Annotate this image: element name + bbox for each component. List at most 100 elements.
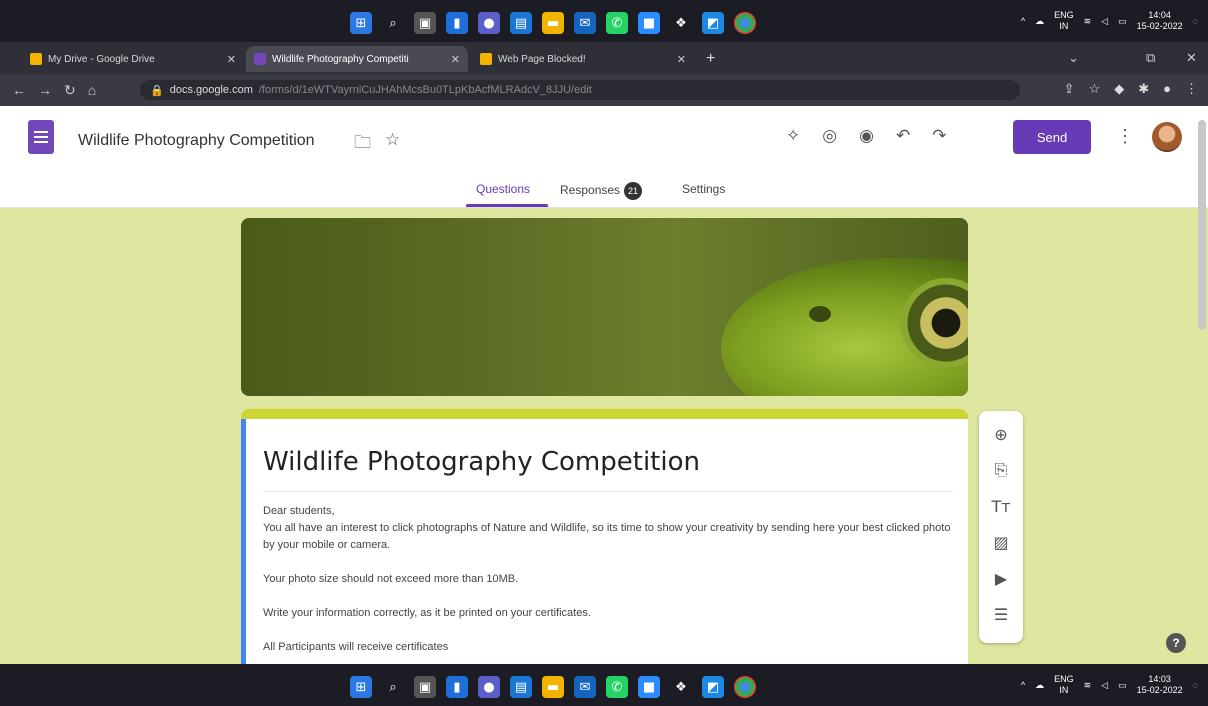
dropbox-icon[interactable]: ❖ — [670, 676, 692, 698]
wifi-icon[interactable]: ≋ — [1084, 16, 1092, 27]
tray-chevron-icon[interactable]: ^ — [1021, 16, 1025, 26]
help-icon[interactable]: ? — [1166, 633, 1186, 653]
document-title[interactable]: Wildlife Photography Competition — [78, 132, 315, 150]
chrome-icon[interactable] — [734, 676, 756, 698]
search-icon[interactable]: ⌕ — [382, 12, 404, 34]
palette-icon[interactable]: ◎ — [822, 126, 837, 146]
add-section-icon[interactable]: ☰ — [989, 603, 1013, 625]
tab-responses[interactable]: Responses 21 — [560, 182, 643, 200]
active-tab-indicator — [466, 204, 548, 207]
browser-tab-blocked[interactable]: Web Page Blocked! ✕ — [472, 46, 694, 72]
zoom-icon[interactable]: ■ — [638, 12, 660, 34]
language-indicator[interactable]: ENG IN — [1054, 10, 1074, 32]
taskbar-apps: ⊞ ⌕ ▣ ▮ ● ▤ ▬ ✉ ✆ ■ ❖ ◩ — [350, 12, 756, 34]
forms-logo-icon[interactable] — [28, 120, 54, 154]
more-options-icon[interactable]: ⋮ — [1116, 126, 1134, 147]
mail-icon[interactable]: ✉ — [574, 12, 596, 34]
page-scrollbar[interactable] — [1198, 120, 1206, 330]
folder-icon[interactable]: 🗀 — [354, 130, 371, 159]
addons-icon[interactable]: ✧ — [786, 126, 800, 146]
task-view-icon[interactable]: ▣ — [414, 12, 436, 34]
form-description[interactable]: Dear students, You all have an interest … — [263, 503, 953, 671]
windows-start-icon[interactable]: ⊞ — [350, 12, 372, 34]
chat-icon[interactable]: ● — [478, 12, 500, 34]
volume-icon[interactable]: ◁ — [1101, 680, 1108, 691]
search-icon[interactable]: ⌕ — [382, 676, 404, 698]
add-question-icon[interactable]: ⊕ — [989, 423, 1013, 445]
description-line: Your photo size should not exceed more t… — [263, 573, 519, 585]
tab-label: My Drive - Google Drive — [48, 53, 155, 65]
battery-icon[interactable]: ▭ — [1118, 680, 1127, 691]
bookmark-star-icon[interactable]: ☆ — [1089, 81, 1101, 97]
import-questions-icon[interactable]: ⎘ — [989, 459, 1013, 481]
preview-eye-icon[interactable]: ◉ — [859, 126, 874, 146]
chat-icon[interactable]: ● — [478, 676, 500, 698]
store-icon[interactable]: ▤ — [510, 12, 532, 34]
back-icon[interactable]: ← — [12, 82, 26, 98]
volume-icon[interactable]: ◁ — [1101, 16, 1108, 27]
page-icon — [480, 53, 492, 65]
photos-icon[interactable]: ◩ — [702, 676, 724, 698]
home-icon[interactable]: ⌂ — [88, 82, 96, 98]
tab-label: Web Page Blocked! — [498, 53, 586, 65]
system-tray: ^ ☁ ENG IN ≋ ◁ ▭ 14:03 15-02-2022 ◌ — [1021, 674, 1198, 696]
photos-icon[interactable]: ◩ — [702, 12, 724, 34]
url-path: /forms/d/1eWTVayrnlCuJHAhMcsBu0TLpKbAcfM… — [258, 84, 592, 96]
add-title-icon[interactable]: Tт — [989, 495, 1013, 517]
language-indicator[interactable]: ENG IN — [1054, 674, 1074, 696]
minimize-icon[interactable]: ⌄ — [1068, 50, 1079, 66]
task-view-icon[interactable]: ▣ — [414, 676, 436, 698]
add-video-icon[interactable]: ▶ — [989, 567, 1013, 589]
file-explorer-icon[interactable]: ▬ — [542, 676, 564, 698]
windows-start-icon[interactable]: ⊞ — [350, 676, 372, 698]
profile-icon[interactable]: ● — [1163, 81, 1171, 97]
browser-menu-icon[interactable]: ⋮ — [1185, 81, 1198, 97]
share-icon[interactable]: ⇪ — [1064, 81, 1075, 97]
widgets-icon[interactable]: ▮ — [446, 676, 468, 698]
mail-icon[interactable]: ✉ — [574, 676, 596, 698]
wifi-icon[interactable]: ≋ — [1084, 680, 1092, 691]
browser-tab-drive[interactable]: My Drive - Google Drive ✕ — [22, 46, 244, 72]
battery-icon[interactable]: ▭ — [1118, 16, 1127, 27]
chrome-icon[interactable] — [734, 12, 756, 34]
file-explorer-icon[interactable]: ▬ — [542, 12, 564, 34]
tray-chevron-icon[interactable]: ^ — [1021, 680, 1025, 690]
browser-tab-form[interactable]: Wildlife Photography Competiti ✕ — [246, 46, 468, 72]
restore-icon[interactable]: ⧉ — [1146, 50, 1155, 66]
redo-icon[interactable]: ↷ — [932, 126, 946, 146]
tab-questions[interactable]: Questions — [476, 182, 530, 196]
notification-icon[interactable]: ◌ — [1193, 680, 1198, 690]
widgets-icon[interactable]: ▮ — [446, 12, 468, 34]
puzzle-icon[interactable]: ✱ — [1138, 81, 1149, 97]
tab-label: Wildlife Photography Competiti — [272, 53, 409, 65]
address-bar[interactable]: 🔒 docs.google.com/forms/d/1eWTVayrnlCuJH… — [140, 80, 1020, 100]
forms-header: Wildlife Photography Competition 🗀 ☆ ✧ ◎… — [0, 106, 1208, 208]
reload-icon[interactable]: ↻ — [64, 82, 76, 99]
whatsapp-icon[interactable]: ✆ — [606, 12, 628, 34]
weather-icon[interactable]: ☁ — [1035, 16, 1044, 27]
forward-icon[interactable]: → — [38, 82, 52, 98]
close-tab-icon[interactable]: ✕ — [227, 53, 236, 66]
close-window-icon[interactable]: ✕ — [1186, 50, 1197, 66]
undo-icon[interactable]: ↶ — [896, 126, 910, 146]
tab-settings[interactable]: Settings — [682, 182, 725, 196]
whatsapp-icon[interactable]: ✆ — [606, 676, 628, 698]
notification-icon[interactable]: ◌ — [1193, 16, 1198, 26]
close-tab-icon[interactable]: ✕ — [451, 53, 460, 66]
clock[interactable]: 14:04 15-02-2022 — [1137, 10, 1183, 32]
star-icon[interactable]: ☆ — [385, 130, 400, 159]
extension-icon[interactable]: ◆ — [1114, 81, 1124, 97]
close-tab-icon[interactable]: ✕ — [677, 53, 686, 66]
add-image-icon[interactable]: ▨ — [989, 531, 1013, 553]
store-icon[interactable]: ▤ — [510, 676, 532, 698]
new-tab-icon[interactable]: + — [706, 50, 715, 68]
dropbox-icon[interactable]: ❖ — [670, 12, 692, 34]
form-title[interactable]: Wildlife Photography Competition — [263, 447, 700, 477]
form-title-card[interactable]: Wildlife Photography Competition Dear st… — [241, 409, 968, 671]
zoom-icon[interactable]: ■ — [638, 676, 660, 698]
send-button[interactable]: Send — [1013, 120, 1091, 154]
weather-icon[interactable]: ☁ — [1035, 680, 1044, 691]
clock[interactable]: 14:03 15-02-2022 — [1137, 674, 1183, 696]
browser-actions: ⇪ ☆ ◆ ✱ ● ⋮ — [1064, 81, 1198, 97]
avatar[interactable] — [1152, 122, 1182, 152]
